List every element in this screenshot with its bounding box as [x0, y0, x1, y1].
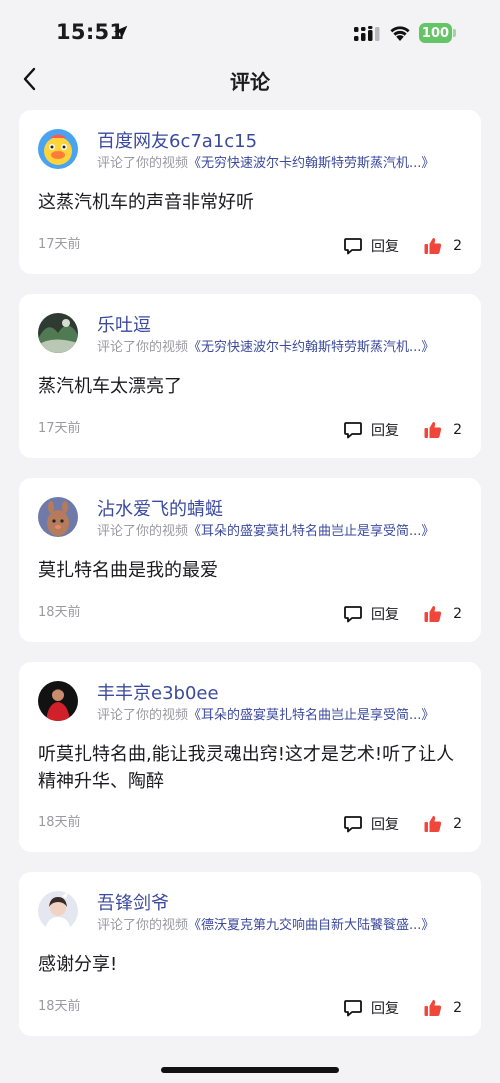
- thumbs-up-icon: [424, 421, 442, 438]
- comment-action: 评论了你的视频: [97, 340, 189, 355]
- user-avatar-bird-icon: [38, 497, 78, 537]
- back-chevron-icon[interactable]: [18, 64, 42, 94]
- comment-text: 感谢分享!: [38, 954, 118, 975]
- battery-cap: [453, 29, 456, 37]
- reply-label: 回复: [371, 1001, 399, 1017]
- video-link[interactable]: 《耳朵的盛宴莫扎特名曲岂止是享受简...》: [188, 708, 434, 723]
- comment-action: 评论了你的视频: [97, 524, 189, 539]
- thumbs-up-icon: [424, 999, 442, 1016]
- username[interactable]: 沾水爱飞的蜻蜓: [97, 495, 223, 521]
- comment-source: 评论了你的视频《德沃夏克第九交响曲自新大陆饕餮盛...》: [97, 914, 467, 933]
- comment-card: 百度网友6c7a1c15 评论了你的视频《无穷快速波尔卡约翰斯特劳斯蒸汽机...…: [19, 110, 481, 274]
- username[interactable]: 吾锋剑爷: [97, 889, 169, 915]
- video-link[interactable]: 《德沃夏克第九交响曲自新大陆饕餮盛...》: [188, 918, 434, 933]
- avatar[interactable]: [38, 497, 78, 537]
- comment-text: 蒸汽机车太漂亮了: [38, 376, 182, 397]
- like-count: 2: [453, 422, 462, 438]
- avatar[interactable]: [38, 891, 78, 931]
- reply-button[interactable]: 回复: [343, 418, 399, 442]
- thumbs-up-icon: [424, 605, 442, 622]
- like-button[interactable]: 2: [423, 812, 462, 836]
- comment-source: 评论了你的视频《耳朵的盛宴莫扎特名曲岂止是享受简...》: [97, 520, 467, 539]
- video-link[interactable]: 《无穷快速波尔卡约翰斯特劳斯蒸汽机...》: [188, 156, 434, 171]
- cellular-signal-icon: [354, 26, 380, 41]
- comment-time: 18天前: [38, 605, 81, 620]
- comment-list: 百度网友6c7a1c15 评论了你的视频《无穷快速波尔卡约翰斯特劳斯蒸汽机...…: [19, 110, 481, 1056]
- username[interactable]: 百度网友6c7a1c15: [97, 127, 257, 153]
- comment-bubble-icon: [344, 606, 362, 623]
- username[interactable]: 丰丰京e3b0ee: [97, 679, 219, 705]
- comment-card: 沾水爱飞的蜻蜓 评论了你的视频《耳朵的盛宴莫扎特名曲岂止是享受简...》 莫扎特…: [19, 478, 481, 642]
- like-button[interactable]: 2: [423, 418, 462, 442]
- thumbs-up-icon: [424, 237, 442, 254]
- battery-level: 100: [419, 23, 452, 43]
- reply-button[interactable]: 回复: [343, 234, 399, 258]
- reply-label: 回复: [371, 607, 399, 623]
- comment-time: 17天前: [38, 237, 81, 252]
- battery-indicator: 100: [419, 23, 456, 43]
- like-button[interactable]: 2: [423, 602, 462, 626]
- user-avatar-portrait-icon: [38, 891, 78, 931]
- like-count: 2: [453, 816, 462, 832]
- reply-label: 回复: [371, 423, 399, 439]
- reply-button[interactable]: 回复: [343, 996, 399, 1020]
- comment-action: 评论了你的视频: [97, 918, 189, 933]
- like-count: 2: [453, 238, 462, 254]
- comment-time: 18天前: [38, 815, 81, 830]
- comment-text: 听莫扎特名曲,能让我灵魂出窍!这才是艺术!听了让人精神升华、陶醉: [38, 744, 455, 792]
- comment-action: 评论了你的视频: [97, 156, 189, 171]
- comment-time: 17天前: [38, 421, 81, 436]
- username[interactable]: 乐吐逗: [97, 311, 151, 337]
- user-avatar-player-icon: [38, 681, 78, 721]
- comment-bubble-icon: [344, 816, 362, 833]
- reply-button[interactable]: 回复: [343, 602, 399, 626]
- like-count: 2: [453, 606, 462, 622]
- wifi-icon: [390, 26, 410, 41]
- like-button[interactable]: 2: [423, 234, 462, 258]
- video-link[interactable]: 《无穷快速波尔卡约翰斯特劳斯蒸汽机...》: [188, 340, 434, 355]
- avatar[interactable]: [38, 313, 78, 353]
- nav-bar: 评论: [0, 60, 500, 100]
- avatar[interactable]: [38, 129, 78, 169]
- user-avatar-landscape-icon: [38, 313, 78, 353]
- comment-card: 吾锋剑爷 评论了你的视频《德沃夏克第九交响曲自新大陆饕餮盛...》 感谢分享! …: [19, 872, 481, 1036]
- comment-bubble-icon: [344, 1000, 362, 1017]
- location-arrow-icon: [113, 25, 128, 40]
- like-count: 2: [453, 1000, 462, 1016]
- comment-card: 丰丰京e3b0ee 评论了你的视频《耳朵的盛宴莫扎特名曲岂止是享受简...》 听…: [19, 662, 481, 852]
- comment-source: 评论了你的视频《耳朵的盛宴莫扎特名曲岂止是享受简...》: [97, 704, 467, 723]
- comment-text: 这蒸汽机车的声音非常好听: [38, 192, 254, 213]
- reply-label: 回复: [371, 239, 399, 255]
- reply-label: 回复: [371, 817, 399, 833]
- comment-action: 评论了你的视频: [97, 708, 189, 723]
- page-title: 评论: [230, 70, 270, 94]
- like-button[interactable]: 2: [423, 996, 462, 1020]
- home-indicator[interactable]: [161, 1067, 339, 1073]
- comment-bubble-icon: [344, 422, 362, 439]
- comment-time: 18天前: [38, 999, 81, 1014]
- user-avatar-duck-icon: [38, 129, 78, 169]
- avatar[interactable]: [38, 681, 78, 721]
- comment-card: 乐吐逗 评论了你的视频《无穷快速波尔卡约翰斯特劳斯蒸汽机...》 蒸汽机车太漂亮…: [19, 294, 481, 458]
- reply-button[interactable]: 回复: [343, 812, 399, 836]
- comment-text: 莫扎特名曲是我的最爱: [38, 560, 218, 581]
- comment-bubble-icon: [344, 238, 362, 255]
- comment-source: 评论了你的视频《无穷快速波尔卡约翰斯特劳斯蒸汽机...》: [97, 152, 467, 171]
- thumbs-up-icon: [424, 815, 442, 832]
- comment-source: 评论了你的视频《无穷快速波尔卡约翰斯特劳斯蒸汽机...》: [97, 336, 467, 355]
- status-bar: 15:51 100: [0, 0, 500, 64]
- video-link[interactable]: 《耳朵的盛宴莫扎特名曲岂止是享受简...》: [188, 524, 434, 539]
